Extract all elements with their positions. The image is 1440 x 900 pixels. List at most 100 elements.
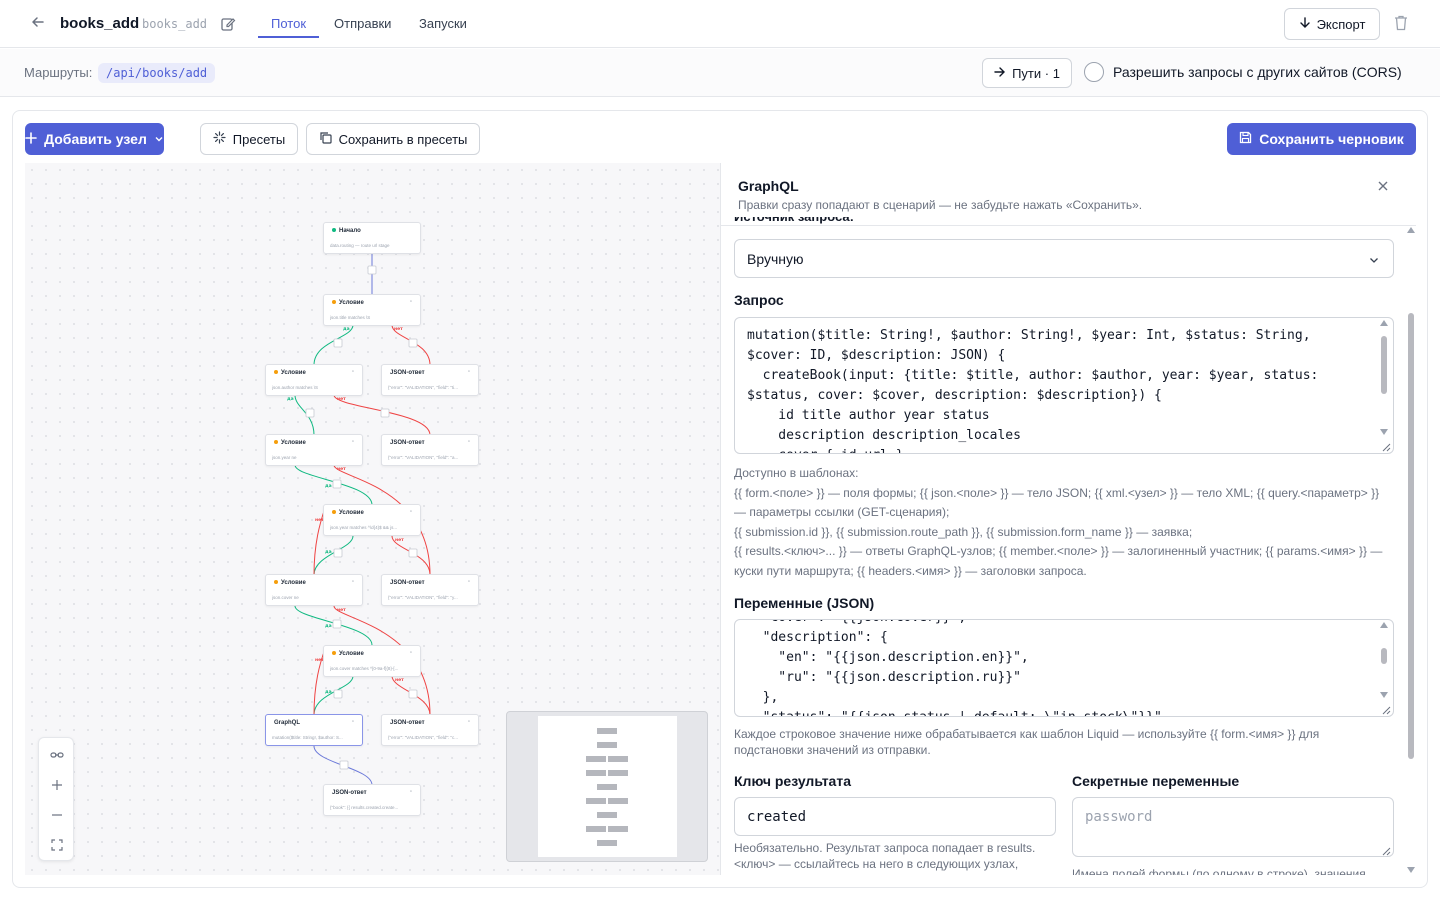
- minimap-node: [586, 798, 606, 804]
- minimap-node: [597, 840, 617, 846]
- insert-node-handle[interactable]: [332, 619, 342, 629]
- scroll-down-arrow-icon[interactable]: [1407, 867, 1415, 873]
- save-to-presets-button[interactable]: Сохранить в пресеты: [306, 123, 480, 155]
- variables-editor[interactable]: "cover": "{{json.cover}}", "description"…: [734, 619, 1394, 717]
- resize-grip-icon[interactable]: [1381, 704, 1391, 715]
- node-delete-icon[interactable]: ▫: [352, 579, 354, 585]
- minimap[interactable]: [506, 711, 708, 862]
- close-icon[interactable]: [1377, 179, 1389, 197]
- insert-node-handle[interactable]: [408, 689, 418, 699]
- panel-subtitle: Правки сразу попадают в сценарий — не за…: [738, 198, 1143, 212]
- flow-slug: books_add: [142, 17, 208, 31]
- flow-node-graphql[interactable]: GraphQL ▫ mutation($title: String!, $aut…: [265, 714, 363, 746]
- scroll-down-arrow-icon[interactable]: [1380, 429, 1388, 435]
- query-source-select[interactable]: Вручную: [734, 239, 1394, 278]
- resize-grip-icon[interactable]: [1381, 441, 1391, 452]
- node-delete-icon[interactable]: ▫: [468, 439, 470, 445]
- route-path-badge[interactable]: /api/books/add: [98, 63, 216, 83]
- paths-button[interactable]: Пути · 1: [982, 58, 1072, 88]
- variables-scrollbar[interactable]: [1379, 620, 1389, 716]
- minimap-node: [608, 756, 628, 762]
- node-summary: json.title matches \S: [330, 315, 371, 320]
- arrow-right-icon: [994, 66, 1006, 81]
- node-title: Условие: [281, 370, 306, 376]
- flow-node-condition[interactable]: Условие ▫ json.cover ne: [265, 574, 363, 606]
- zoom-out-icon[interactable]: [39, 800, 75, 830]
- node-delete-icon[interactable]: ▫: [410, 789, 412, 795]
- query-scrollbar[interactable]: [1379, 318, 1389, 453]
- chevron-down-icon: [1369, 252, 1379, 263]
- download-icon: [1299, 16, 1311, 32]
- presets-button[interactable]: Пресеты: [200, 123, 298, 155]
- scroll-up-arrow-icon[interactable]: [1380, 622, 1388, 628]
- edge-label-no: нет: [394, 327, 403, 332]
- scroll-thumb[interactable]: [1408, 313, 1414, 759]
- insert-node-handle[interactable]: [367, 265, 377, 275]
- node-title: Условие: [339, 651, 364, 657]
- export-button[interactable]: Экспорт: [1284, 8, 1380, 40]
- secrets-textarea[interactable]: password: [1072, 797, 1394, 857]
- zoom-in-icon[interactable]: [39, 770, 75, 800]
- flow-node-condition[interactable]: Условие ▫ json.cover matches ^[0-9a-f]{8…: [323, 645, 421, 677]
- result-key-input[interactable]: created: [734, 797, 1056, 836]
- flow-node-condition[interactable]: Условие ▫ json.year ne: [265, 434, 363, 466]
- insert-node-handle[interactable]: [333, 338, 343, 348]
- flow-node-json-response[interactable]: JSON-ответ ▫ {"error": "VALIDATION", "fi…: [381, 434, 479, 466]
- add-node-button[interactable]: Добавить узел: [25, 123, 164, 155]
- edit-pencil-icon[interactable]: [220, 16, 236, 32]
- link-icon[interactable]: [39, 740, 75, 770]
- insert-node-handle[interactable]: [332, 479, 342, 489]
- node-summary: json.cover ne: [272, 595, 299, 600]
- node-summary: {"error": "VALIDATION", "field": "a...: [388, 455, 459, 460]
- flow-node-condition[interactable]: Условие ▫ json.author matches \S: [265, 364, 363, 396]
- insert-node-handle[interactable]: [339, 760, 349, 770]
- scroll-up-arrow-icon[interactable]: [1407, 227, 1415, 233]
- save-draft-button[interactable]: Сохранить черновик: [1227, 123, 1416, 155]
- scroll-up-arrow-icon[interactable]: [1380, 320, 1388, 326]
- flow-node-condition[interactable]: Условие ▫ json.year matches ^\d{4}$ && j…: [323, 504, 421, 536]
- secrets-help: Имена полей формы (по одному в строке), …: [1072, 867, 1366, 875]
- flow-node-json-response[interactable]: JSON-ответ ▫ {"error": "VALIDATION", "fi…: [381, 364, 479, 396]
- query-editor[interactable]: mutation($title: String!, $author: Strin…: [734, 317, 1394, 454]
- panel-scrollbar[interactable]: [1406, 225, 1416, 875]
- flow-canvas[interactable]: да нет да нет да нет нет да нет да нет н…: [25, 163, 720, 875]
- node-delete-icon[interactable]: ▫: [410, 299, 412, 305]
- scroll-thumb[interactable]: [1381, 336, 1387, 394]
- fit-view-icon[interactable]: [39, 830, 75, 860]
- flow-node-condition[interactable]: Условие ▫ json.title matches \S: [323, 294, 421, 326]
- resize-grip-icon[interactable]: [1381, 844, 1391, 856]
- node-delete-icon[interactable]: ▫: [352, 439, 354, 445]
- insert-node-handle[interactable]: [408, 338, 418, 348]
- insert-node-handle[interactable]: [380, 408, 390, 418]
- node-delete-icon[interactable]: ▫: [352, 369, 354, 375]
- floppy-icon: [1239, 131, 1252, 147]
- node-title: JSON-ответ: [390, 440, 425, 446]
- flow-node-json-response[interactable]: JSON-ответ ▫ {"error": "VALIDATION", "fi…: [381, 714, 479, 746]
- insert-node-handle[interactable]: [333, 548, 343, 558]
- insert-node-handle[interactable]: [408, 548, 418, 558]
- flow-node-start[interactable]: Начало data.routing — route url stage: [323, 222, 421, 254]
- insert-node-handle[interactable]: [333, 689, 343, 699]
- insert-node-handle[interactable]: [305, 408, 315, 418]
- tab-flow[interactable]: Поток: [271, 16, 306, 31]
- node-delete-icon[interactable]: ▫: [468, 719, 470, 725]
- save-draft-label: Сохранить черновик: [1259, 131, 1404, 147]
- flow-node-json-response[interactable]: JSON-ответ ▫ {"error": "VALIDATION", "fi…: [381, 574, 479, 606]
- cors-toggle[interactable]: [1084, 62, 1104, 82]
- edge-label-yes: да: [343, 327, 350, 332]
- result-key-label: Ключ результата: [734, 773, 851, 789]
- node-delete-icon[interactable]: ▫: [468, 579, 470, 585]
- minimap-node: [586, 756, 606, 762]
- scroll-down-arrow-icon[interactable]: [1380, 692, 1388, 698]
- node-delete-icon[interactable]: ▫: [410, 509, 412, 515]
- tab-runs[interactable]: Запуски: [419, 16, 467, 31]
- flow-node-json-response[interactable]: JSON-ответ ▫ {"book": {{ results.created…: [323, 784, 421, 816]
- node-delete-icon[interactable]: ▫: [352, 719, 354, 725]
- save-to-presets-label: Сохранить в пресеты: [338, 131, 468, 147]
- tab-submissions[interactable]: Отправки: [334, 16, 391, 31]
- node-delete-icon[interactable]: ▫: [468, 369, 470, 375]
- node-delete-icon[interactable]: ▫: [410, 650, 412, 656]
- back-arrow-icon[interactable]: [28, 14, 48, 34]
- scroll-thumb[interactable]: [1381, 648, 1387, 664]
- trash-icon[interactable]: [1394, 15, 1410, 33]
